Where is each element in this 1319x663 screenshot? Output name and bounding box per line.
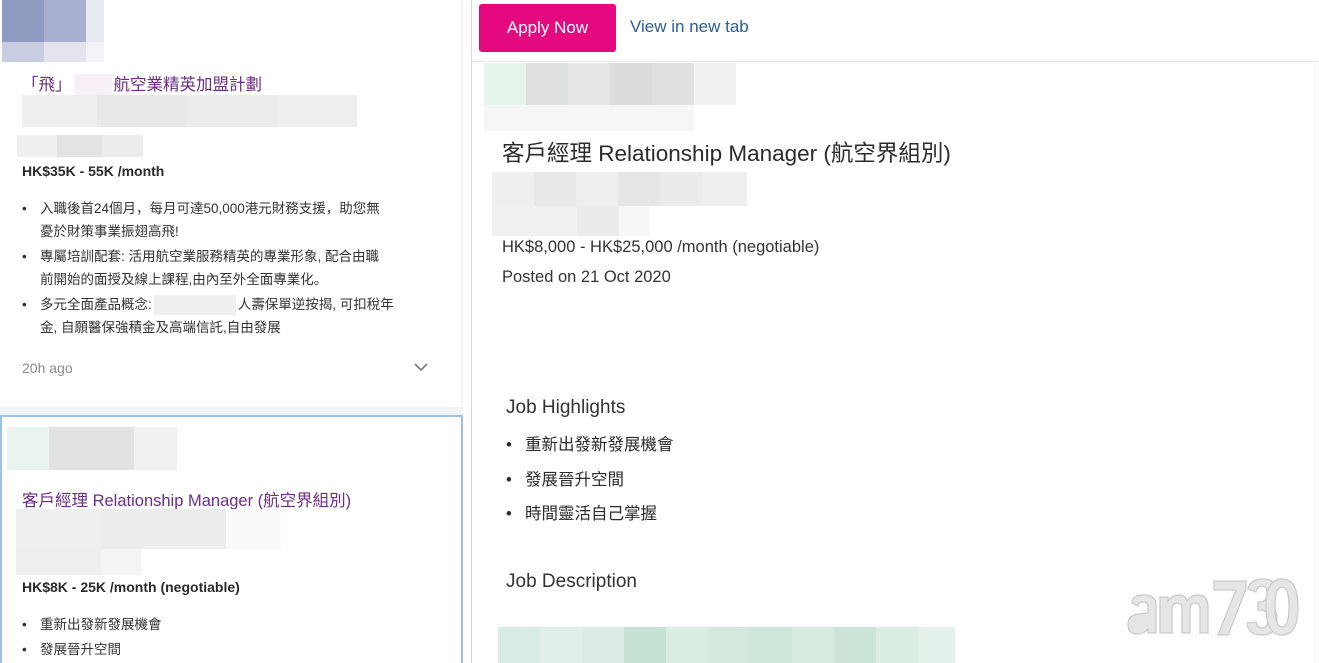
job-card-bullets: 入職後首24個月，每月可達50,000港元財務支援，助您無憂於財策事業振翅高飛!… bbox=[20, 197, 440, 341]
scrollbar[interactable] bbox=[1313, 62, 1319, 663]
job-card[interactable]: 「飛」 航空業精英加盟計劃 HK$35K - 55K /month 入職後首24個… bbox=[0, 0, 461, 407]
job-card-title[interactable]: 客戶經理 Relationship Manager (航空界組別) bbox=[22, 487, 351, 511]
list-item: 時間靈活自己掌握 bbox=[506, 501, 674, 536]
job-posted-date: Posted on 21 Oct 2020 bbox=[502, 268, 671, 286]
job-card-title-part2: 航空業精英加盟計劃 bbox=[113, 76, 263, 94]
location-redacted bbox=[17, 135, 143, 157]
job-title: 客戶經理 Relationship Manager (航空界組別) bbox=[502, 141, 951, 166]
am730-watermark-logo bbox=[1127, 578, 1299, 636]
job-description-redacted bbox=[498, 627, 955, 663]
list-item: 重新出發新發展機會 bbox=[20, 613, 440, 636]
job-highlights-heading: Job Highlights bbox=[506, 397, 626, 418]
job-highlights-list: 重新出發新發展機會 發展晉升空間 時間靈活自己掌握 bbox=[506, 432, 674, 536]
company-name-redacted bbox=[22, 95, 357, 127]
job-card-salary: HK$35K - 55K /month bbox=[22, 163, 165, 179]
list-item: 發展晉升空間 bbox=[20, 638, 440, 661]
job-card-selected[interactable]: 客戶經理 Relationship Manager (航空界組別) HK$8K … bbox=[0, 415, 463, 663]
posted-ago: 20h ago bbox=[22, 360, 73, 376]
job-card-title-part1: 「飛」 bbox=[22, 76, 72, 94]
company-logo bbox=[2, 0, 104, 62]
divider bbox=[472, 61, 1319, 62]
list-item: 重新出發新發展機會 bbox=[506, 432, 674, 467]
job-salary: HK$8,000 - HK$25,000 /month (negotiable) bbox=[502, 238, 820, 256]
list-item: 發展晉升空間 bbox=[506, 467, 674, 502]
job-detail-panel: Apply Now View in new tab 客戶經理 Relations… bbox=[472, 0, 1319, 663]
job-card-bullets: 重新出發新發展機會 發展晉升空間 bbox=[20, 613, 440, 663]
job-description-heading: Job Description bbox=[506, 571, 637, 592]
company-logo bbox=[7, 427, 177, 470]
apply-now-button[interactable]: Apply Now bbox=[479, 4, 616, 52]
job-card-salary: HK$8K - 25K /month (negotiable) bbox=[22, 579, 240, 595]
job-list-panel[interactable]: 「飛」 航空業精英加盟計劃 HK$35K - 55K /month 入職後首24個… bbox=[0, 0, 463, 663]
job-card-title[interactable]: 「飛」 航空業精英加盟計劃 bbox=[22, 71, 262, 98]
company-logo bbox=[484, 63, 736, 131]
list-item: 專屬培訓配套: 活用航空業服務精英的專業形象, 配合由職前開始的面授及線上課程,… bbox=[20, 245, 440, 291]
company-name-redacted bbox=[492, 172, 747, 236]
chevron-down-icon[interactable] bbox=[413, 361, 429, 373]
list-item: 多元全面產品概念:人壽保單逆按揭, 可扣稅年金, 自願醫保強積金及高端信託,自由… bbox=[20, 293, 440, 339]
company-name-redacted bbox=[16, 509, 281, 575]
list-item: 入職後首24個月，每月可達50,000港元財務支援，助您無憂於財策事業振翅高飛! bbox=[20, 197, 440, 243]
view-in-new-tab-link[interactable]: View in new tab bbox=[630, 17, 749, 37]
redacted-text bbox=[153, 295, 236, 316]
